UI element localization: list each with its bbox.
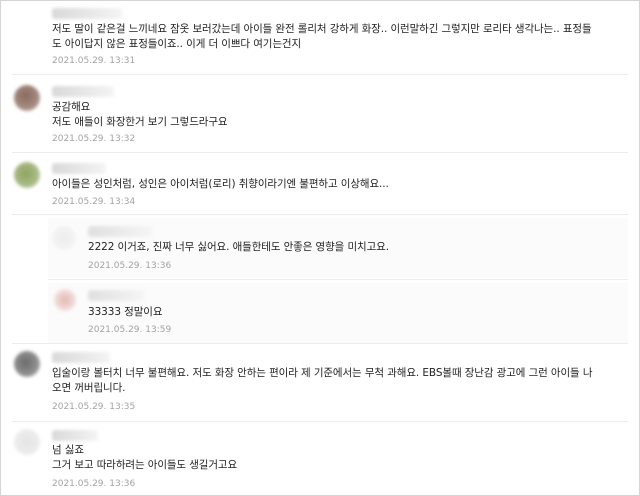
- comment-divider: [12, 214, 628, 215]
- avatar[interactable]: [14, 351, 40, 377]
- avatar[interactable]: [54, 289, 76, 311]
- avatar[interactable]: [14, 162, 40, 188]
- comment-text: 아이들은 성인처럼, 성인은 아이처럼(로리) 취향이라기엔 불편하고 이상해요…: [52, 178, 389, 190]
- comment-divider: [12, 421, 628, 422]
- comment-timestamp: 2021.05.29. 13:59: [88, 325, 172, 335]
- comment-timestamp: 2021.05.29. 13:35: [52, 402, 136, 412]
- comment-divider: [12, 343, 628, 344]
- comment-timestamp: 2021.05.29. 13:31: [52, 56, 136, 66]
- avatar[interactable]: [52, 226, 76, 250]
- comment-text: 저도 딸이 같은걸 느끼네요 잠옷 보러갔는데 아이들 완전 롤리처 강하게 화…: [52, 23, 592, 35]
- comment-text: 입술이랑 볼터치 너무 불편해요. 저도 화장 안하는 편이라 제 기준에서는 …: [52, 367, 593, 379]
- comment-text: 넘 싫죠: [52, 444, 84, 456]
- author-name-blurred[interactable]: [88, 290, 144, 301]
- comment-text: 그거 보고 따라하려는 아이들도 생길거고요: [52, 459, 238, 471]
- comment-text: 공감해요: [52, 101, 91, 113]
- avatar[interactable]: [14, 429, 40, 455]
- comment-text: 33333 정말이요: [88, 306, 163, 318]
- author-name-blurred[interactable]: [52, 8, 122, 19]
- author-name-blurred[interactable]: [52, 86, 114, 97]
- comment-divider: [12, 74, 628, 75]
- author-name-blurred[interactable]: [52, 430, 98, 441]
- author-name-blurred[interactable]: [52, 163, 106, 174]
- comment-text: 저도 애들이 화장한거 보기 그렇드라구요: [52, 116, 228, 128]
- author-name-blurred[interactable]: [88, 226, 152, 237]
- comment-timestamp: 2021.05.29. 13:36: [52, 479, 136, 489]
- comment-timestamp: 2021.05.29. 13:34: [52, 197, 136, 207]
- comment-text: 2222 이거죠, 진짜 너무 싫어요. 애들한테도 안좋은 영향을 미치고요.: [88, 241, 389, 253]
- comment-text: 도 아이답지 않은 표정들이죠.. 이게 더 이쁘다 여기는건지: [52, 38, 302, 50]
- author-name-blurred[interactable]: [52, 352, 110, 363]
- comment-divider: [12, 152, 628, 153]
- avatar[interactable]: [14, 85, 40, 111]
- comment-text: 오면 꺼버립니다.: [52, 382, 126, 394]
- comment-divider: [48, 279, 628, 280]
- comment-timestamp: 2021.05.29. 13:36: [88, 261, 172, 271]
- comment-timestamp: 2021.05.29. 13:32: [52, 134, 136, 144]
